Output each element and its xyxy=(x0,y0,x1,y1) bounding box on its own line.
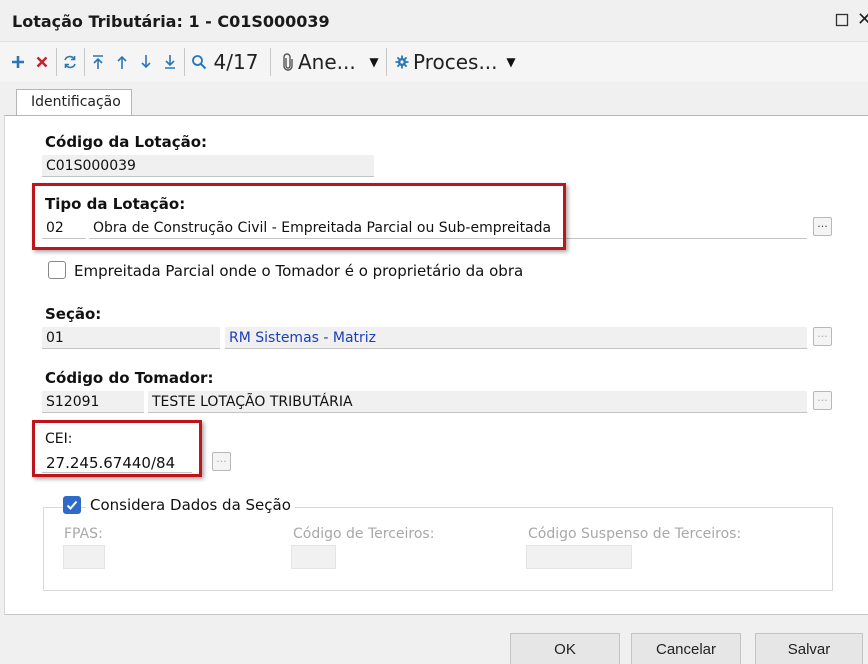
secao-code-field[interactable]: 01 xyxy=(42,327,220,349)
tipo-lotacao-lookup-button[interactable]: ... xyxy=(813,217,832,236)
add-icon[interactable] xyxy=(8,50,28,74)
paperclip-icon[interactable] xyxy=(280,50,296,74)
toolbar: 4/17 Ane... ▼ Proces... ▼ xyxy=(0,42,868,82)
considera-dados-label: Considera Dados da Seção xyxy=(86,496,295,514)
delete-icon[interactable] xyxy=(32,50,52,74)
window-title: Lotação Tributária: 1 - C01S000039 xyxy=(12,12,330,31)
toolbar-separator xyxy=(56,48,57,76)
codigo-lotacao-label: Código da Lotação: xyxy=(45,133,208,151)
tab-identificacao[interactable]: Identificação xyxy=(16,89,132,116)
refresh-icon[interactable] xyxy=(60,50,80,74)
next-record-icon[interactable] xyxy=(136,50,156,74)
checkmark-icon xyxy=(66,500,78,510)
codigo-tomador-label: Código do Tomador: xyxy=(45,369,214,387)
save-button[interactable]: Salvar xyxy=(755,633,863,664)
last-record-icon[interactable] xyxy=(160,50,180,74)
empreitada-checkbox-label: Empreitada Parcial onde o Tomador é o pr… xyxy=(74,262,524,280)
considera-dados-group xyxy=(43,507,833,591)
title-bar: Lotação Tributária: 1 - C01S000039 ✕ xyxy=(0,0,868,42)
codigo-suspenso-field xyxy=(526,545,632,569)
previous-record-icon[interactable] xyxy=(112,50,132,74)
cei-lookup-button[interactable]: ... xyxy=(212,452,231,471)
codigo-tomador-lookup-button[interactable]: ... xyxy=(813,391,832,410)
close-icon[interactable]: ✕ xyxy=(857,11,868,29)
considera-dados-checkbox[interactable] xyxy=(63,496,81,514)
fpas-field xyxy=(63,545,105,569)
cancel-button[interactable]: Cancelar xyxy=(631,633,741,664)
empreitada-checkbox[interactable] xyxy=(48,261,66,279)
secao-description-link[interactable]: RM Sistemas - Matriz xyxy=(225,327,807,349)
search-icon[interactable] xyxy=(188,50,210,74)
gear-icon[interactable] xyxy=(394,50,410,74)
ok-button[interactable]: OK xyxy=(510,633,620,664)
toolbar-separator xyxy=(386,48,387,76)
codigo-terceiros-field xyxy=(291,545,336,569)
record-position: 4/17 xyxy=(213,50,259,74)
highlight-box xyxy=(32,420,202,477)
highlight-box xyxy=(32,183,566,250)
codigo-terceiros-label: Código de Terceiros: xyxy=(293,526,435,542)
process-menu[interactable]: Proces... xyxy=(413,50,498,74)
annex-menu[interactable]: Ane... xyxy=(298,50,356,74)
codigo-tomador-description: TESTE LOTAÇÃO TRIBUTÁRIA xyxy=(148,391,807,413)
secao-label: Seção: xyxy=(45,305,102,323)
first-record-icon[interactable] xyxy=(88,50,108,74)
fpas-label: FPAS: xyxy=(64,526,103,542)
codigo-lotacao-field[interactable]: C01S000039 xyxy=(42,155,374,177)
chevron-down-icon[interactable]: ▼ xyxy=(503,50,519,74)
codigo-tomador-code-field[interactable]: S12091 xyxy=(42,391,144,413)
chevron-down-icon[interactable]: ▼ xyxy=(366,50,382,74)
toolbar-separator xyxy=(84,48,85,76)
toolbar-separator xyxy=(270,48,271,76)
secao-lookup-button[interactable]: ... xyxy=(813,327,832,346)
codigo-suspenso-label: Código Suspenso de Terceiros: xyxy=(528,526,742,542)
toolbar-separator xyxy=(184,48,185,76)
maximize-icon[interactable] xyxy=(835,13,849,27)
